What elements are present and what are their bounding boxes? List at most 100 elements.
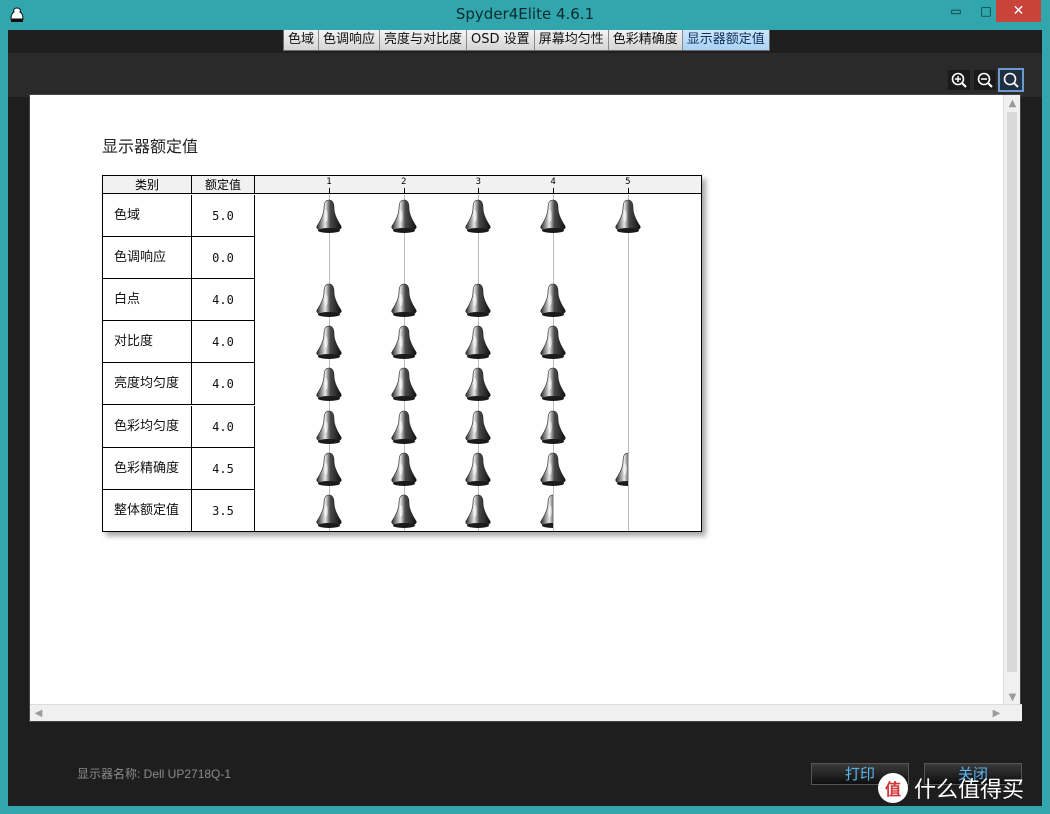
header-rating: 额定值 — [192, 176, 255, 194]
rating-value: 4.0 — [192, 405, 255, 448]
rating-row: 对比度 4.0 — [103, 321, 255, 364]
rating-bell-icon — [389, 409, 419, 445]
rating-bell-icon — [463, 451, 493, 487]
tab-gamut[interactable]: 色域 — [284, 30, 320, 50]
scale-tick-mark — [627, 188, 629, 194]
rating-bell-icon — [538, 324, 568, 360]
rating-row: 色彩精确度 4.5 — [103, 447, 255, 490]
rating-row: 白点 4.0 — [103, 279, 255, 322]
rating-bell-icon — [538, 366, 568, 402]
client-area: 色域 色调响应 亮度与对比度 OSD 设置 屏幕均匀性 色彩精确度 显示器额定值… — [8, 30, 1042, 806]
scale-tick-mark — [329, 188, 330, 194]
rating-category: 整体额定值 — [103, 489, 192, 532]
tab-tone-response[interactable]: 色调响应 — [319, 30, 381, 50]
rating-value: 4.5 — [192, 447, 255, 490]
rating-bell-icon — [314, 409, 344, 445]
vertical-scrollbar[interactable]: ▲ ▼ — [1003, 95, 1020, 706]
rating-row: 整体额定值 3.5 — [103, 489, 255, 532]
rating-bell-icon — [463, 366, 493, 402]
rating-bell-partial-icon — [613, 451, 628, 487]
rating-value: 5.0 — [192, 195, 255, 237]
toolbar-band — [8, 53, 1042, 97]
zoom-in-icon[interactable] — [948, 70, 970, 90]
rating-bell-icon — [613, 198, 643, 234]
rating-row: 色域 5.0 — [103, 195, 255, 237]
header-category: 类别 — [103, 176, 192, 194]
tab-display-rating[interactable]: 显示器额定值 — [682, 30, 769, 50]
rating-bell-icon — [463, 409, 493, 445]
rating-bell-icon — [463, 324, 493, 360]
rating-bell-icon — [389, 366, 419, 402]
display-name-label: 显示器名称: Dell UP2718Q-1 — [77, 767, 232, 781]
rating-bell-icon — [314, 198, 344, 234]
rating-bell-icon — [389, 198, 419, 234]
rating-bell-icon — [314, 324, 344, 360]
scale-tick-mark — [553, 188, 555, 194]
scale-tick-mark — [478, 188, 480, 194]
window-title: Spyder4Elite 4.6.1 — [455, 5, 595, 23]
rating-value: 4.0 — [192, 321, 255, 364]
scale-tick-label: 2 — [400, 177, 407, 187]
rating-category: 白点 — [103, 279, 192, 322]
rating-value: 4.0 — [192, 279, 255, 322]
watermark: 值 什么值得买 — [878, 770, 1024, 806]
report-title: 显示器额定值 — [102, 137, 199, 156]
scroll-up-icon[interactable]: ▲ — [1004, 95, 1021, 112]
rating-bell-icon — [538, 409, 568, 445]
rating-row: 亮度均匀度 4.0 — [103, 363, 255, 406]
zoom-toolbar — [948, 68, 1024, 92]
scale-tick-mark — [403, 188, 405, 194]
tab-screen-uniformity[interactable]: 屏幕均匀性 — [534, 30, 609, 50]
scroll-thumb[interactable] — [1007, 112, 1017, 672]
scale-tick-label: 1 — [326, 177, 332, 187]
rating-value: 3.5 — [192, 489, 255, 532]
zoom-fit-icon[interactable] — [998, 68, 1024, 92]
scroll-left-icon[interactable]: ◀ — [30, 705, 47, 722]
rating-bell-icon — [538, 451, 568, 487]
rating-value: 4.0 — [192, 363, 255, 406]
rating-bell-icon — [314, 366, 344, 402]
scale-tick-label: 5 — [625, 177, 631, 187]
rating-bell-icon — [463, 198, 493, 234]
title-bar: Spyder4Elite 4.6.1 ▭ □ ✕ — [0, 0, 1050, 30]
scale-tick-label: 3 — [475, 177, 482, 187]
report-view[interactable]: 显示器额定值 类别 额定值 12345 色域 5.0 色调响应 0.0 白点 4.0 对比度… — [29, 94, 1022, 722]
rating-bell-icon — [314, 282, 344, 318]
rating-category: 对比度 — [103, 321, 192, 364]
rating-bell-icon — [389, 324, 419, 360]
rating-bell-icon — [314, 493, 344, 529]
rating-category: 色调响应 — [103, 237, 192, 280]
minimize-button[interactable]: ▭ — [941, 0, 971, 22]
tab-bar: 色域 色调响应 亮度与对比度 OSD 设置 屏幕均匀性 色彩精确度 显示器额定值 — [283, 30, 770, 51]
close-window-button[interactable]: ✕ — [996, 0, 1041, 22]
app-window: Spyder4Elite 4.6.1 ▭ □ ✕ 色域 色调响应 亮度与对比度 … — [0, 0, 1050, 814]
rating-row: 色彩均匀度 4.0 — [103, 405, 255, 448]
horizontal-scrollbar[interactable]: ◀ ▶ — [30, 704, 1022, 721]
ratings-table: 类别 额定值 12345 色域 5.0 色调响应 0.0 白点 4.0 对比度 4.0 亮度均匀… — [102, 175, 702, 532]
watermark-logo: 值 — [878, 773, 908, 803]
scale-gridline — [627, 195, 629, 531]
rating-bell-icon — [463, 282, 493, 318]
zoom-out-icon[interactable] — [974, 70, 996, 90]
rating-bell-icon — [389, 282, 419, 318]
rating-category: 亮度均匀度 — [103, 363, 192, 406]
rating-category: 色彩均匀度 — [103, 405, 192, 448]
scroll-right-icon[interactable]: ▶ — [988, 705, 1005, 722]
rating-bell-icon — [389, 493, 419, 529]
rating-category: 色域 — [103, 195, 192, 237]
scale-tick-label: 4 — [550, 177, 556, 187]
rating-bell-icon — [463, 493, 493, 529]
rating-bell-icon — [389, 451, 419, 487]
tab-osd-settings[interactable]: OSD 设置 — [467, 30, 535, 50]
ratings-header: 类别 额定值 1 2 3 4 5 — [103, 176, 701, 194]
tab-color-accuracy[interactable]: 色彩精确度 — [608, 30, 683, 50]
rating-bell-icon — [538, 282, 568, 318]
rating-row: 色调响应 0.0 — [103, 237, 255, 280]
watermark-text: 什么值得买 — [914, 778, 1025, 803]
rating-value: 0.0 — [192, 237, 255, 280]
rating-category: 色彩精确度 — [103, 447, 192, 490]
rating-bell-partial-icon — [538, 493, 554, 529]
rating-bell-icon — [538, 198, 568, 234]
rating-bell-icon — [314, 451, 344, 487]
tab-brightness-contrast[interactable]: 亮度与对比度 — [380, 30, 468, 50]
